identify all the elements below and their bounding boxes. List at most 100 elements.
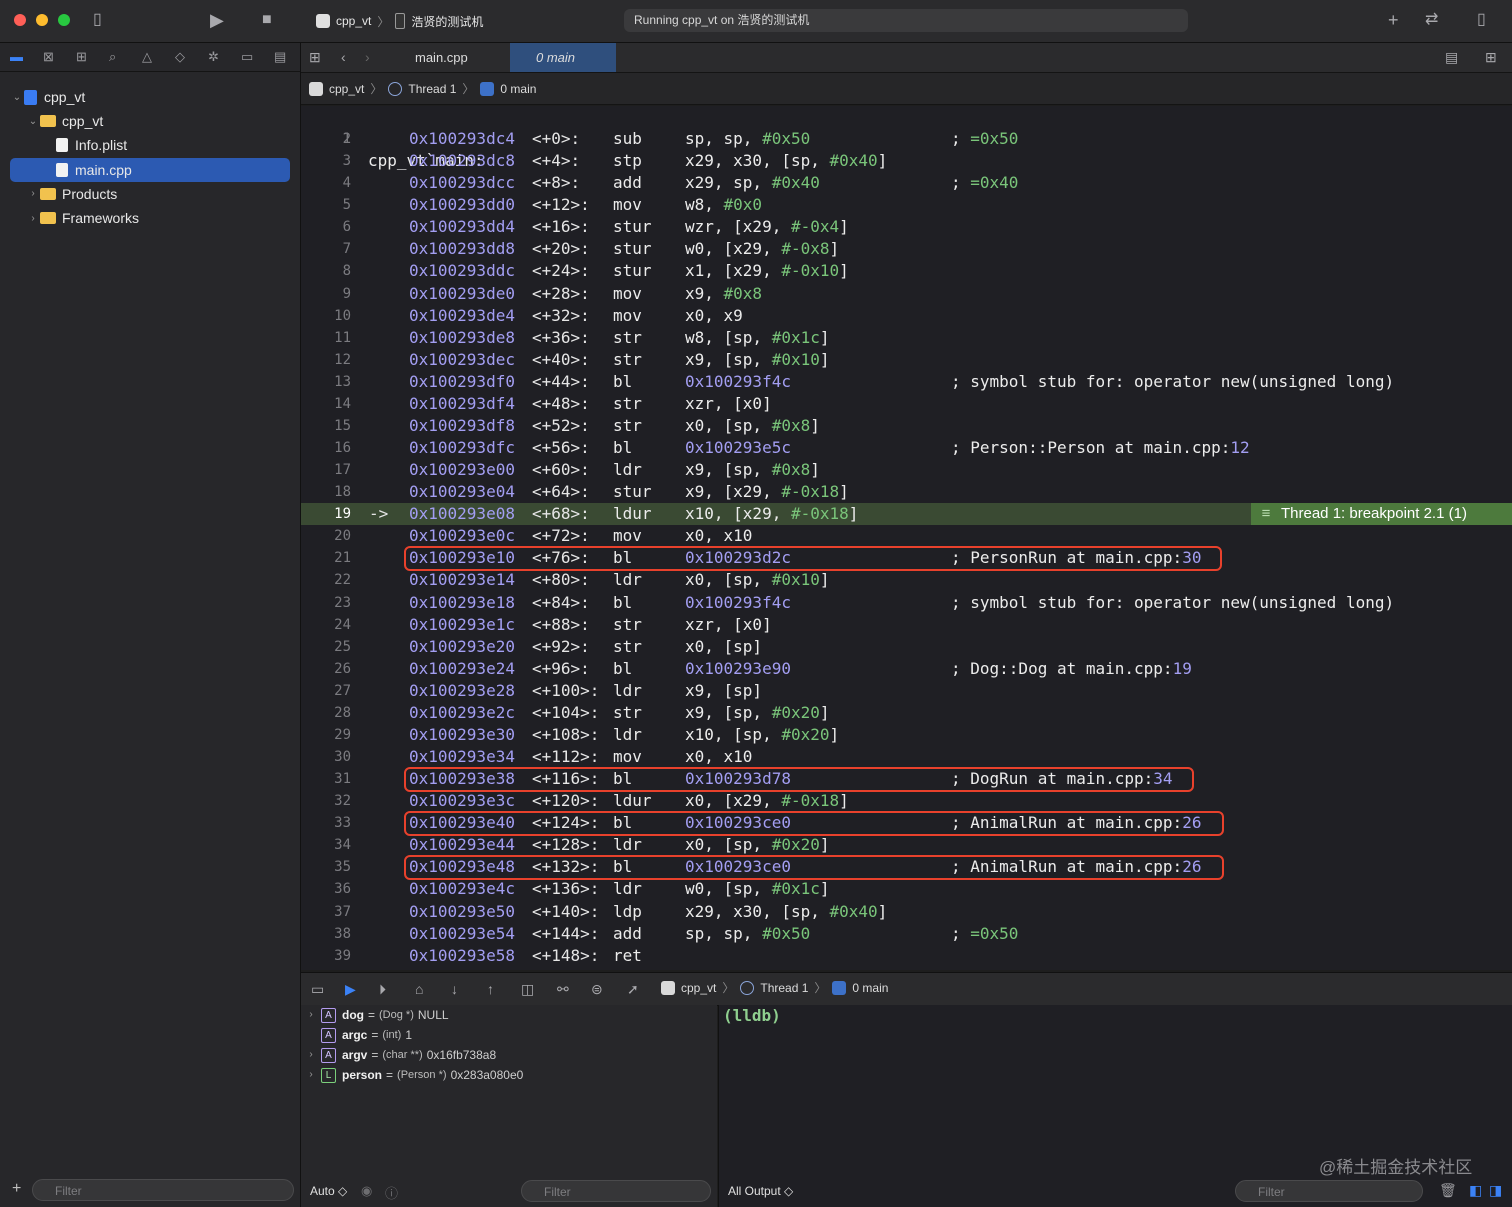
add-icon[interactable]: + <box>12 1180 21 1198</box>
code-line: 19 -> 0x100293e08 <+68>: ldur x10, [x29, #-0x… <box>301 503 1512 526</box>
add-editor-icon[interactable]: ⊞ <box>1485 47 1497 67</box>
variable-row[interactable]: › Lperson = (Person *) 0x283a080e0 <box>301 1065 523 1085</box>
step-out-icon[interactable]: ↑ <box>487 979 494 999</box>
stop-icon[interactable]: ■ <box>262 10 272 30</box>
memory-graph-icon[interactable]: ⚯ <box>557 979 569 999</box>
instruction-offset: <+84>: <box>532 592 590 612</box>
instruction-address: 0x100293e00 <box>409 460 515 480</box>
variables-scope-select[interactable]: Auto ◇ <box>310 1184 347 1198</box>
info-icon[interactable]: ⓘ <box>385 1183 398 1202</box>
instruction-comment: ; symbol stub for: operator new(unsigned… <box>951 592 1395 612</box>
lldb-console[interactable]: (lldb) @稀土掘金技术社区 All Output ◇ Filter 🗑 ◧… <box>718 1005 1512 1207</box>
disassembly-editor[interactable]: 1 cpp_vt`main: 2 0x100293dc4 <+0>: sub sp, s… <box>301 106 1512 970</box>
opcode: str <box>613 614 642 634</box>
jumpbar-frame[interactable]: 0 main <box>500 82 536 96</box>
report-icon[interactable]: ▤ <box>274 49 286 65</box>
instruction-comment: ; =0x50 <box>951 923 1019 943</box>
tree-item-frameworks[interactable]: › Frameworks <box>10 206 290 230</box>
step-over-icon[interactable]: ⌂ <box>415 979 423 999</box>
folder-nav-icon[interactable]: ▬ <box>10 49 23 65</box>
continue-icon[interactable]: ⏵ <box>379 979 386 999</box>
line-number: 16 <box>334 440 351 457</box>
step-into-icon[interactable]: ↓ <box>451 979 458 999</box>
opcode: str <box>613 636 642 656</box>
opcode: bl <box>613 769 633 789</box>
grid-icon[interactable]: ⊞ <box>309 47 321 67</box>
minimize-window-button[interactable] <box>36 14 48 26</box>
hide-debug-area-icon[interactable]: ▭ <box>311 979 324 999</box>
disclosure-chevron-icon[interactable]: › <box>26 188 40 199</box>
pc-arrow-icon: -> <box>369 504 389 524</box>
debug-jumpbar-frame[interactable]: 0 main <box>852 981 888 995</box>
disclosure-chevron-icon[interactable]: ⌄ <box>10 92 24 103</box>
tab-0-main[interactable]: 0 main <box>510 43 616 72</box>
zoom-window-button[interactable] <box>58 14 70 26</box>
tree-item-cpp-vt[interactable]: ⌄ cpp_vt <box>10 85 290 109</box>
disclosure-chevron-icon[interactable]: › <box>26 213 40 224</box>
scheme-selector[interactable]: cpp_vt 〉 浩贤的测试机 <box>316 10 483 32</box>
tree-item-products[interactable]: › Products <box>10 182 290 206</box>
debug-icon[interactable]: ✲ <box>208 49 219 65</box>
code-line: 1 cpp_vt`main: <box>301 106 1512 170</box>
disclosure-chevron-icon[interactable]: › <box>301 1045 321 1065</box>
disclosure-chevron-icon[interactable]: › <box>301 1065 321 1085</box>
add-icon[interactable]: + <box>1388 10 1399 30</box>
tree-item-cpp-vt[interactable]: ⌄ cpp_vt <box>10 109 290 133</box>
run-icon[interactable]: ▶ <box>210 10 224 30</box>
disclosure-chevron-icon[interactable]: › <box>301 1005 321 1025</box>
instruction-offset: <+76>: <box>532 548 590 568</box>
close-window-button[interactable] <box>14 14 26 26</box>
console-filter-input[interactable]: Filter <box>1235 1180 1423 1202</box>
equals-sign: = <box>371 1028 379 1042</box>
disclosure-chevron-icon[interactable]: ⌄ <box>26 116 40 127</box>
line-number: 31 <box>334 771 351 788</box>
instruction-offset: <+56>: <box>532 438 590 458</box>
debug-jumpbar-thread[interactable]: Thread 1 <box>760 981 808 995</box>
operands: sp, sp, #0x50 <box>685 129 811 149</box>
variable-row[interactable]: Aargc = (int) 1 <box>301 1025 412 1045</box>
inspector-toggle-icon[interactable]: ▯ <box>1477 10 1486 30</box>
view-hierarchy-icon[interactable]: ◫ <box>521 979 534 999</box>
instruction-offset: <+144>: <box>532 923 600 943</box>
jumpbar-thread[interactable]: Thread 1 <box>408 82 456 96</box>
line-number: 23 <box>334 594 351 611</box>
operands: x0, [sp, #0x20] <box>685 835 830 855</box>
split-left-icon[interactable]: ◧ <box>1469 1182 1482 1199</box>
search-icon[interactable]: ⌕ <box>109 49 116 65</box>
source-control-icon[interactable]: ⊠ <box>43 49 54 65</box>
back-icon[interactable]: ‹ <box>341 47 346 67</box>
symbol-icon[interactable]: ⊞ <box>76 49 87 65</box>
forward-icon[interactable]: › <box>365 47 370 67</box>
line-number: 26 <box>334 660 351 677</box>
variable-row[interactable]: › Aargv = (char **) 0x16fb738a8 <box>301 1045 496 1065</box>
opcode: stur <box>613 261 652 281</box>
opcode: stur <box>613 217 652 237</box>
console-output-select[interactable]: All Output ◇ <box>728 1184 793 1198</box>
eye-icon[interactable]: ◉ <box>361 1183 372 1199</box>
code-line: 9 0x100293de0 <+28>: mov x9, #0x8 <box>301 283 1512 305</box>
test-icon[interactable]: ◇ <box>175 49 185 65</box>
tree-item-info-plist[interactable]: Info.plist <box>10 133 290 157</box>
sidebar-toggle-icon[interactable]: ▯ <box>93 10 102 30</box>
environment-icon[interactable]: ⊜ <box>591 979 603 999</box>
location-icon[interactable]: ➚ <box>627 979 639 999</box>
issue-icon[interactable]: △ <box>142 49 152 65</box>
iphone-icon <box>395 13 406 29</box>
trash-icon[interactable]: 🗑 <box>1439 1182 1457 1199</box>
debug-jumpbar-project[interactable]: cpp_vt <box>681 981 716 995</box>
navigator-filter-input[interactable]: Filter <box>32 1179 294 1201</box>
adjust-editor-icon[interactable]: ▤ <box>1445 47 1458 67</box>
split-right-icon[interactable]: ◨ <box>1489 1182 1502 1199</box>
jumpbar-project[interactable]: cpp_vt <box>329 82 364 96</box>
breakpoint-icon[interactable]: ▭ <box>241 49 253 65</box>
breakpoints-active-icon[interactable]: ▶ <box>345 979 356 999</box>
tree-item-main-cpp[interactable]: main.cpp <box>10 157 290 182</box>
opcode: ldur <box>613 791 652 811</box>
variables-filter-input[interactable]: Filter <box>521 1180 711 1202</box>
variable-row[interactable]: › Adog = (Dog *) NULL <box>301 1005 449 1025</box>
line-number: 36 <box>334 881 351 898</box>
breakpoint-annotation[interactable]: ≡ Thread 1: breakpoint 2.1 (1) <box>1251 503 1512 526</box>
code-line: 30 0x100293e34 <+112>: mov x0, x10 <box>301 746 1512 768</box>
swap-icon[interactable]: ⇄ <box>1425 10 1438 30</box>
tab-main-cpp[interactable]: main.cpp <box>403 43 509 72</box>
